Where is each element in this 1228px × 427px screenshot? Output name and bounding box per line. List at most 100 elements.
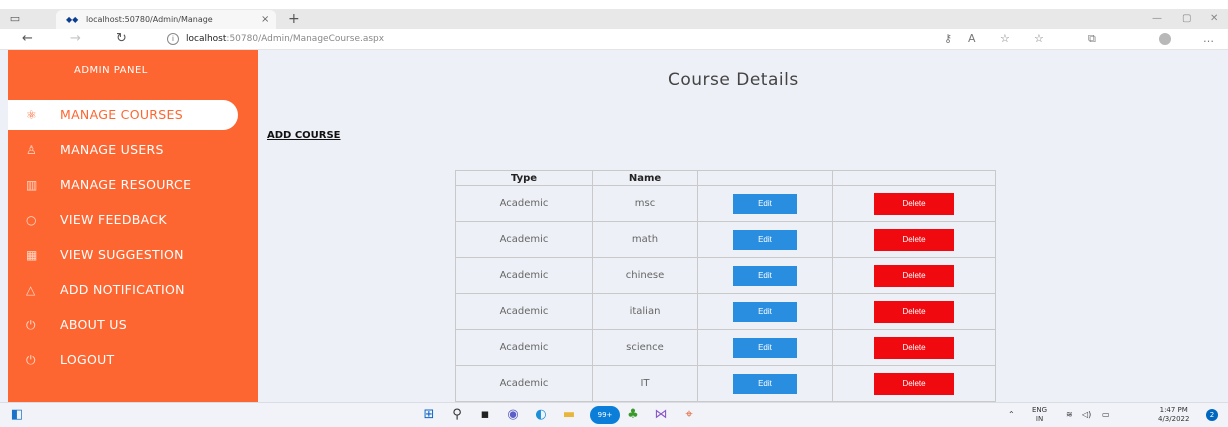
power-icon: ⏻ <box>26 353 36 367</box>
column-header-name: Name <box>592 170 698 186</box>
edit-button[interactable]: Edit <box>733 193 797 214</box>
info-icon[interactable]: i <box>167 33 179 45</box>
taskbar: ◧ ⊞ ⚲ ▪ ◉ ◐ ▬ 99+ ♣ ⋈ ⌖ ⌃ ENG IN ≋ ◁) ▭ … <box>0 402 1228 427</box>
file-explorer-icon[interactable]: ▬ <box>560 406 578 424</box>
cell-name: math <box>592 221 698 258</box>
cell-type: Academic <box>455 329 593 366</box>
snipping-tool-icon[interactable]: ⌖ <box>680 406 698 424</box>
tray-chevron-icon[interactable]: ⌃ <box>1008 403 1015 427</box>
cell-delete: Delete <box>832 221 996 258</box>
cell-name: IT <box>592 365 698 402</box>
edit-button[interactable]: Edit <box>733 229 797 250</box>
more-icon[interactable]: … <box>1203 29 1214 49</box>
key-icon[interactable]: ⚷ <box>944 29 952 49</box>
clock[interactable]: 1:47 PM 4/3/2022 <box>1158 406 1189 424</box>
store-badge-icon[interactable]: 99+ <box>590 406 620 424</box>
power-icon: ⏻ <box>26 318 36 332</box>
chat-icon: ○ <box>26 213 37 227</box>
close-window-icon[interactable]: ✕ <box>1210 9 1218 29</box>
collections-icon[interactable]: ⧉ <box>1088 29 1096 49</box>
address-bar[interactable]: localhost:50780/Admin/ManageCourse.aspx <box>186 29 384 49</box>
add-course-link[interactable]: ADD COURSE <box>267 130 341 141</box>
table-row: Academic math Edit Delete <box>455 221 996 258</box>
delete-button[interactable]: Delete <box>874 300 954 323</box>
sidebar-item-manage-courses[interactable]: ⚛ MANAGE COURSES <box>8 100 238 130</box>
task-view-icon[interactable]: ▪ <box>476 406 494 424</box>
delete-button[interactable]: Delete <box>874 192 954 215</box>
lang-bottom: IN <box>1035 415 1044 423</box>
sidebar-item-manage-users[interactable]: ♙ MANAGE USERS <box>8 135 238 165</box>
sidebar-item-label: MANAGE USERS <box>60 142 164 157</box>
cell-delete: Delete <box>832 257 996 294</box>
cell-name: science <box>592 329 698 366</box>
sidebar-item-label: MANAGE COURSES <box>60 107 183 122</box>
wifi-icon[interactable]: ≋ <box>1066 403 1073 427</box>
table-header-row: Type Name <box>455 170 996 186</box>
visual-studio-icon[interactable]: ⋈ <box>652 406 670 424</box>
edit-button[interactable]: Edit <box>733 301 797 322</box>
battery-icon[interactable]: ▭ <box>1102 403 1110 427</box>
lang-top: ENG <box>1032 406 1048 414</box>
sidebar-item-label: ADD NOTIFICATION <box>60 282 185 297</box>
profile-icon[interactable] <box>1159 33 1171 45</box>
sidebar-item-label: MANAGE RESOURCE <box>60 177 192 192</box>
back-icon[interactable]: ← <box>22 29 33 49</box>
clock-time: 1:47 PM <box>1159 406 1188 414</box>
cell-name: chinese <box>592 257 698 294</box>
notification-badge[interactable]: 2 <box>1206 409 1218 421</box>
edit-button[interactable]: Edit <box>733 265 797 286</box>
table-row: Academic italian Edit Delete <box>455 293 996 330</box>
delete-button[interactable]: Delete <box>874 264 954 287</box>
forward-icon[interactable]: → <box>70 29 81 49</box>
sidebar-item-view-suggestion[interactable]: ▦ VIEW SUGGESTION <box>8 240 238 270</box>
app-icon[interactable]: ♣ <box>624 406 642 424</box>
url-host: localhost <box>186 34 227 44</box>
refresh-icon[interactable]: ↻ <box>116 29 127 49</box>
edit-button[interactable]: Edit <box>733 373 797 394</box>
favorite-add-icon[interactable]: ☆ <box>1000 29 1010 49</box>
sidebar-item-label: VIEW SUGGESTION <box>60 247 184 262</box>
maximize-icon[interactable]: ▢ <box>1182 9 1191 29</box>
tab-actions-icon[interactable]: ▭ <box>4 11 26 27</box>
sidebar-item-manage-resource[interactable]: ▥ MANAGE RESOURCE <box>8 170 238 200</box>
widgets-icon[interactable]: ◧ <box>8 406 26 424</box>
cell-delete: Delete <box>832 365 996 402</box>
delete-button[interactable]: Delete <box>874 336 954 359</box>
user-icon: ♙ <box>26 143 38 157</box>
cell-edit: Edit <box>697 257 833 294</box>
read-aloud-icon[interactable]: A <box>968 29 976 49</box>
cell-type: Academic <box>455 257 593 294</box>
start-icon[interactable]: ⊞ <box>420 406 438 424</box>
edge-icon[interactable]: ◐ <box>532 406 550 424</box>
tab-close-icon[interactable]: × <box>261 10 269 29</box>
table-row: Academic IT Edit Delete <box>455 365 996 402</box>
new-tab-button[interactable]: + <box>288 9 300 29</box>
top-strip <box>0 0 1228 9</box>
cell-type: Academic <box>455 293 593 330</box>
sidebar-item-about-us[interactable]: ⏻ ABOUT US <box>8 310 238 340</box>
cell-edit: Edit <box>697 293 833 330</box>
search-icon[interactable]: ⚲ <box>448 406 466 424</box>
volume-icon[interactable]: ◁) <box>1082 403 1091 427</box>
cell-type: Academic <box>455 185 593 222</box>
page-content: ADMIN PANEL ⚛ MANAGE COURSES ♙ MANAGE US… <box>0 50 1228 402</box>
cell-delete: Delete <box>832 185 996 222</box>
sidebar-item-view-feedback[interactable]: ○ VIEW FEEDBACK <box>8 205 238 235</box>
column-header-type: Type <box>455 170 593 186</box>
book-icon: ▥ <box>26 178 38 192</box>
column-header-edit <box>697 170 833 186</box>
delete-button[interactable]: Delete <box>874 228 954 251</box>
cell-delete: Delete <box>832 293 996 330</box>
favorites-icon[interactable]: ☆ <box>1034 29 1044 49</box>
cell-name: italian <box>592 293 698 330</box>
edit-button[interactable]: Edit <box>733 337 797 358</box>
delete-button[interactable]: Delete <box>874 372 954 395</box>
browser-tab[interactable]: ◆◆ localhost:50780/Admin/Manage × <box>56 10 276 29</box>
sidebar-item-add-notification[interactable]: △ ADD NOTIFICATION <box>8 275 238 305</box>
sidebar-item-logout[interactable]: ⏻ LOGOUT <box>8 345 238 375</box>
chat-app-icon[interactable]: ◉ <box>504 406 522 424</box>
minimize-icon[interactable]: — <box>1152 9 1162 29</box>
sidebar-title: ADMIN PANEL <box>74 65 148 76</box>
cell-name: msc <box>592 185 698 222</box>
language-indicator[interactable]: ENG IN <box>1032 406 1047 424</box>
